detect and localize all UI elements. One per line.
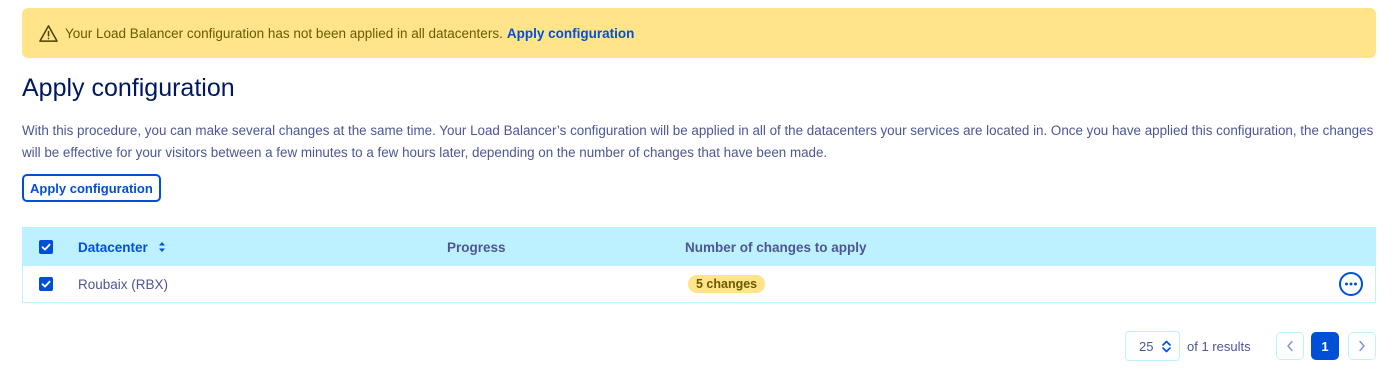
row-actions-button[interactable] [1339, 272, 1363, 296]
changes-column-header: Number of changes to apply [685, 228, 867, 266]
check-icon [41, 280, 51, 288]
page-title: Apply configuration [22, 74, 235, 102]
row-select-cell [39, 266, 53, 302]
table-row: Roubaix (RBX) 5 changes [23, 266, 1375, 302]
select-all-cell [39, 228, 53, 266]
page-size-select[interactable]: 25 [1125, 331, 1180, 361]
table-header: Datacenter Progress Number of changes to… [23, 228, 1375, 266]
datacenter-table: Datacenter Progress Number of changes to… [22, 227, 1376, 303]
warning-banner: Your Load Balancer configuration has not… [22, 8, 1376, 58]
chevron-right-icon [1359, 340, 1365, 352]
datacenter-name: Roubaix (RBX) [78, 276, 169, 292]
select-all-checkbox[interactable] [39, 240, 53, 254]
more-options-icon [1345, 282, 1357, 286]
page-1-button[interactable]: 1 [1311, 332, 1339, 360]
sort-icon[interactable] [158, 241, 166, 253]
datacenter-column-label: Datacenter [78, 239, 148, 255]
warning-message: Your Load Balancer configuration has not… [65, 25, 503, 41]
changes-badge: 5 changes [688, 275, 766, 293]
previous-page-button[interactable] [1276, 332, 1304, 360]
row-checkbox[interactable] [39, 277, 53, 291]
next-page-button[interactable] [1348, 332, 1376, 360]
actions-cell [1339, 266, 1363, 302]
datacenter-column-header[interactable]: Datacenter [78, 228, 166, 266]
apply-configuration-link[interactable]: Apply configuration [507, 26, 635, 41]
progress-column-header: Progress [447, 228, 506, 266]
select-arrows-icon [1162, 340, 1172, 352]
changes-column-label: Number of changes to apply [685, 239, 867, 255]
check-icon [41, 243, 51, 251]
changes-cell: 5 changes [688, 266, 766, 302]
chevron-left-icon [1287, 340, 1293, 352]
progress-column-label: Progress [447, 239, 506, 255]
results-count: of 1 results [1187, 339, 1251, 354]
page: Your Load Balancer configuration has not… [0, 0, 1400, 371]
page-size-value: 25 [1139, 338, 1154, 354]
datacenter-cell: Roubaix (RBX) [78, 266, 168, 302]
apply-configuration-button[interactable]: Apply configuration [22, 174, 161, 202]
page-description: With this procedure, you can make severa… [22, 123, 1374, 160]
warning-triangle-icon [39, 24, 58, 42]
